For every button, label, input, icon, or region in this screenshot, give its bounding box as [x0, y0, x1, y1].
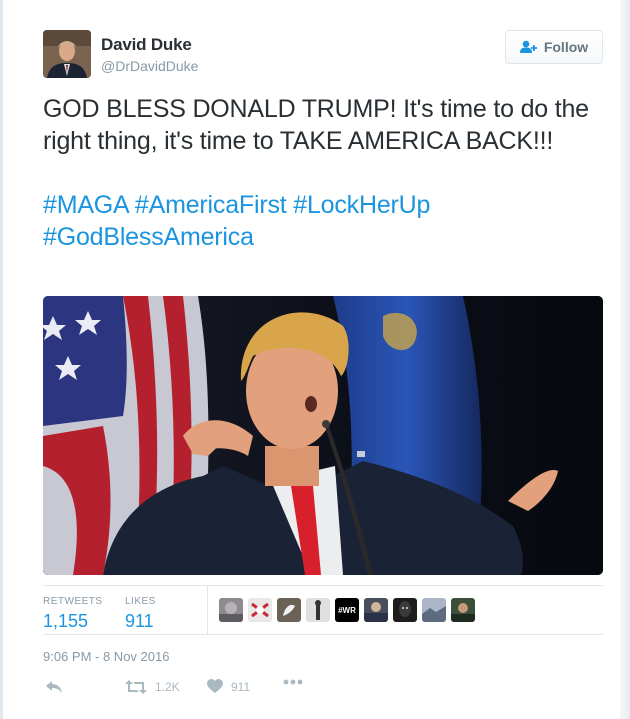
hashtag-americafirst[interactable]: #AmericaFirst [135, 191, 287, 219]
tweet-photo[interactable] [43, 296, 603, 575]
more-button[interactable] [283, 679, 303, 685]
reply-icon [46, 681, 62, 693]
liker-avatar[interactable] [422, 598, 446, 622]
stats-divider [207, 586, 208, 634]
hashtag-lockherup[interactable]: #LockHerUp [293, 191, 430, 219]
author-handle[interactable]: @DrDavidDuke [101, 58, 198, 74]
tweet-stats: RETWEETS 1,155 LIKES 911 #WR [43, 585, 603, 635]
follow-button[interactable]: Follow [505, 30, 603, 64]
retweets-label: RETWEETS [43, 596, 103, 607]
svg-text:#WR: #WR [338, 606, 356, 615]
liker-avatar[interactable]: #WR [335, 598, 359, 622]
heart-icon [207, 679, 223, 693]
add-user-icon [519, 40, 537, 53]
tweet-body: GOD BLESS DONALD TRUMP! It's time to do … [43, 95, 589, 155]
reply-button[interactable] [45, 679, 63, 695]
tweet-timestamp[interactable]: 9:06 PM - 8 Nov 2016 [43, 649, 169, 664]
likers-avatars: #WR [219, 598, 475, 622]
like-button[interactable]: 911 [207, 679, 250, 694]
liker-avatar[interactable] [248, 598, 272, 622]
retweet-count: 1.2K [155, 680, 180, 694]
author-name[interactable]: David Duke [101, 35, 198, 55]
likes-stat[interactable]: LIKES 911 [125, 596, 156, 632]
retweets-count: 1,155 [43, 611, 89, 631]
tweet-card: David Duke @DrDavidDuke Follow GOD BLESS… [43, 28, 603, 694]
tweet-text: GOD BLESS DONALD TRUMP! It's time to do … [43, 93, 603, 253]
retweets-stat[interactable]: RETWEETS 1,155 [43, 596, 103, 632]
retweet-button[interactable]: 1.2K [125, 679, 180, 695]
liker-avatar[interactable] [393, 598, 417, 622]
tweet-actions: 1.2K 911 [43, 679, 603, 703]
tweet-header: David Duke @DrDavidDuke Follow [43, 28, 603, 80]
author-names: David Duke @DrDavidDuke [101, 35, 198, 74]
hashtag-godblessamerica[interactable]: #GodBlessAmerica [43, 223, 254, 251]
avatar[interactable] [43, 30, 91, 78]
tweet-hashtags: #MAGA #AmericaFirst #LockHerUp #GodBless… [43, 189, 603, 253]
like-count: 911 [231, 679, 251, 694]
follow-label: Follow [543, 39, 589, 55]
likes-label: LIKES [125, 596, 156, 607]
hashtag-maga[interactable]: #MAGA [43, 191, 128, 219]
more-icon [283, 679, 303, 685]
retweet-icon [125, 680, 147, 694]
likes-count: 911 [125, 611, 154, 631]
scrollbar-track[interactable] [620, 0, 630, 719]
liker-avatar[interactable] [219, 598, 243, 622]
liker-avatar[interactable] [277, 598, 301, 622]
window-edge-left [0, 0, 3, 719]
liker-avatar[interactable] [364, 598, 388, 622]
liker-avatar[interactable] [306, 598, 330, 622]
liker-avatar[interactable] [451, 598, 475, 622]
